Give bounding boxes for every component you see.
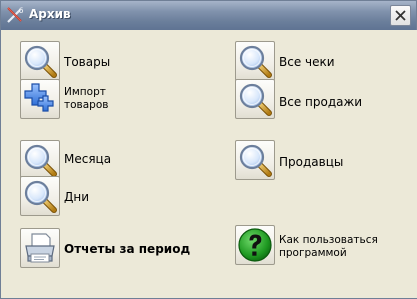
months-button[interactable] <box>20 140 60 180</box>
magnifier-icon <box>22 142 58 178</box>
plus-icon <box>24 83 54 112</box>
import-goods-label-line1[interactable]: Импорт <box>64 86 106 98</box>
all-sales-button[interactable] <box>235 79 275 119</box>
help-icon <box>238 228 272 262</box>
months-label[interactable]: Месяца <box>64 152 111 166</box>
goods-button[interactable] <box>20 41 60 81</box>
all-sales-label[interactable]: Все продажи <box>279 95 362 109</box>
days-button[interactable] <box>20 176 60 216</box>
all-receipts-button[interactable] <box>235 41 275 81</box>
magnifier-icon <box>237 142 273 178</box>
window-client-area: Товары Импорт товаров Месяца Дни Отчеты … <box>2 30 417 298</box>
goods-label[interactable]: Товары <box>64 55 110 69</box>
close-button[interactable] <box>390 5 411 26</box>
how-to-use-label-line2[interactable]: программой <box>279 247 347 259</box>
all-receipts-label[interactable]: Все чеки <box>279 55 335 69</box>
svg-text:б: б <box>19 7 23 15</box>
archive-window: б Архив Товары Импорт товаров Месяца Дни… <box>0 0 417 299</box>
magnifier-icon <box>237 43 273 79</box>
magnifier-icon <box>22 43 58 79</box>
days-label[interactable]: Дни <box>64 190 89 204</box>
sellers-label[interactable]: Продавцы <box>279 155 343 169</box>
period-reports-label[interactable]: Отчеты за период <box>64 242 190 256</box>
magnifier-icon <box>22 178 58 214</box>
period-reports-button[interactable] <box>20 228 60 268</box>
how-to-use-button[interactable] <box>235 225 275 265</box>
close-icon <box>395 10 406 21</box>
import-goods-label-line2[interactable]: товаров <box>64 99 108 111</box>
window-title: Архив <box>29 7 71 21</box>
printer-icon <box>25 233 55 263</box>
archive-tools-icon: б <box>7 7 23 23</box>
import-goods-button[interactable] <box>20 79 60 119</box>
title-bar[interactable]: б Архив <box>1 1 416 30</box>
how-to-use-label-line1[interactable]: Как пользоваться <box>279 234 378 246</box>
magnifier-icon <box>237 81 273 117</box>
sellers-button[interactable] <box>235 140 275 180</box>
